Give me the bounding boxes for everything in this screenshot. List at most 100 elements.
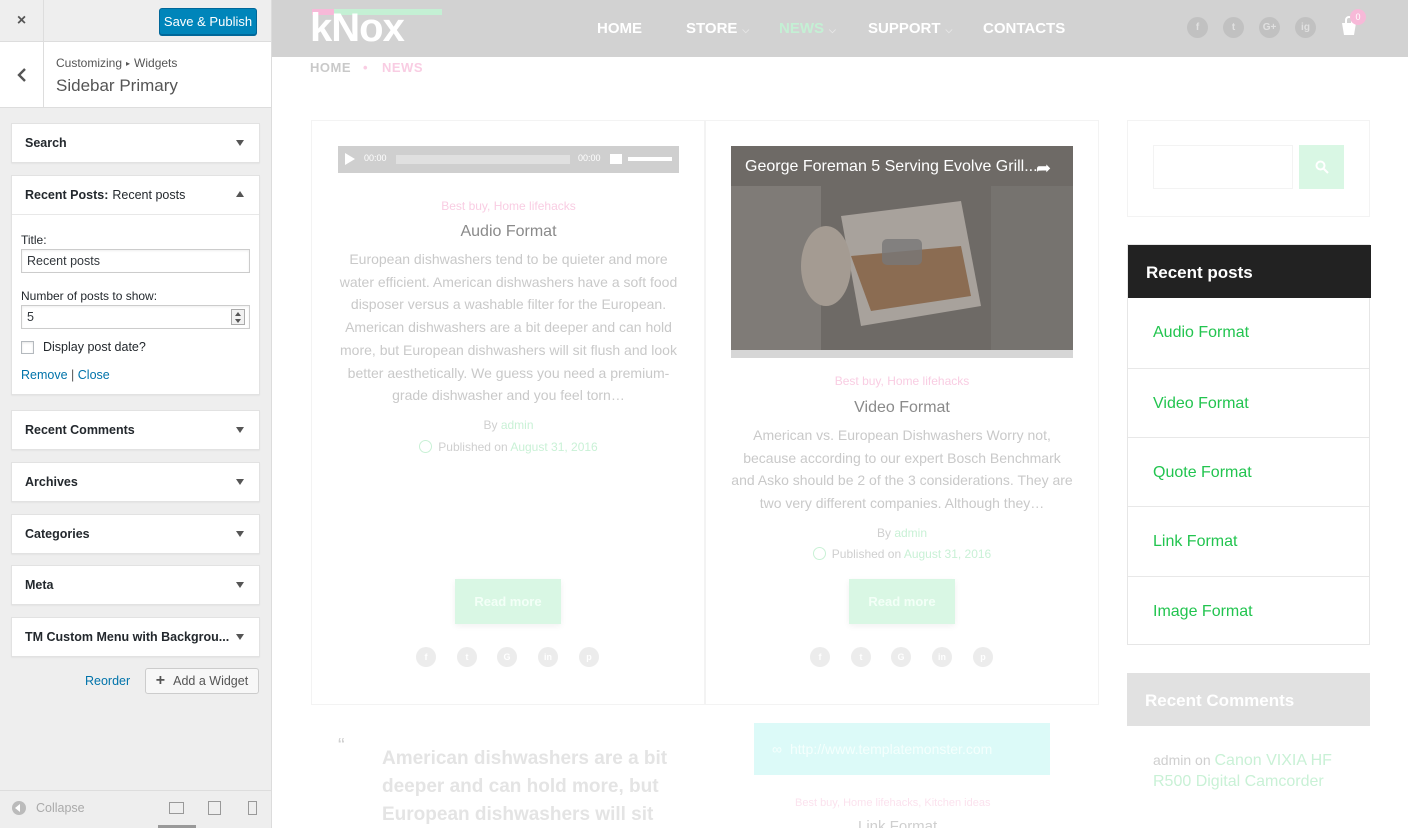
recent-posts-title: Recent posts [1128,245,1371,298]
chevron-down-icon[interactable] [236,140,244,146]
volume-icon[interactable] [610,154,622,164]
chevron-up-icon[interactable] [236,191,244,197]
back-icon[interactable] [0,42,44,108]
play-icon[interactable] [345,153,355,165]
post-categories[interactable]: Best buy, Home lifehacks, Kitchen ideas [795,797,990,809]
twitter-icon[interactable]: t [851,647,871,667]
linkedin-icon[interactable]: in [932,647,952,667]
widget-recent-comments[interactable]: Recent Comments [11,410,260,450]
comment-author[interactable]: admin [1153,752,1191,768]
add-widget-button[interactable]: + Add a Widget [145,668,259,694]
chevron-down-icon[interactable] [236,531,244,537]
reorder-link[interactable]: Reorder [85,674,130,688]
plus-icon: + [155,672,166,689]
widget-title: Recent Posts: [25,188,109,202]
pinterest-icon[interactable]: p [973,647,993,667]
video-title[interactable]: George Foreman 5 Serving Evolve Grill... [745,158,1038,176]
audio-time-start: 00:00 [364,153,387,163]
collapse-button[interactable]: Collapse [12,801,85,815]
widget-recent-posts-header[interactable]: Recent Posts: Recent posts [12,176,259,214]
section-header: Customizing ▸ Widgets Sidebar Primary [0,42,271,108]
widget-categories[interactable]: Categories [11,514,260,554]
recent-comment: admin on Canon VIXIA HF R500 Digital Cam… [1153,750,1343,792]
widget-meta[interactable]: Meta [11,565,260,605]
pinterest-icon[interactable]: p [579,647,599,667]
nav-support[interactable]: SUPPORT ⌵ [868,20,952,37]
chevron-down-icon[interactable] [236,427,244,433]
remove-link[interactable]: Remove [21,368,68,382]
display-date-checkbox[interactable] [21,340,34,354]
close-link[interactable]: Close [78,368,110,382]
read-more-button[interactable]: Read more [849,579,955,624]
title-input[interactable]: Recent posts [21,249,250,273]
recent-post-link[interactable]: Image Format [1128,576,1369,646]
author-link[interactable]: admin [894,526,927,540]
breadcrumb-separator-icon: ▸ [126,59,131,68]
nav-label: SUPPORT [868,20,941,37]
facebook-icon[interactable]: f [1187,17,1208,38]
site-logo[interactable]: kNox [310,8,405,48]
desktop-preview-icon[interactable] [169,802,184,814]
google-plus-icon[interactable]: G [891,647,911,667]
post-title[interactable]: Audio Format [338,223,679,241]
share-icon[interactable]: ➦ [1036,158,1051,179]
post-author: By admin [338,418,679,432]
mobile-preview-icon[interactable] [248,801,257,815]
number-posts-stepper[interactable]: 5 [21,305,250,329]
chevron-down-icon[interactable] [236,582,244,588]
close-icon[interactable]: × [0,0,44,41]
recent-post-link[interactable]: Video Format [1128,368,1369,438]
audio-player[interactable]: 00:00 00:00 [338,146,679,173]
volume-slider[interactable] [628,157,672,161]
read-more-button[interactable]: Read more [455,579,561,624]
post-categories[interactable]: Best buy, Home lifehacks [731,374,1073,388]
save-publish-button[interactable]: Save & Publish [159,8,257,35]
breadcrumb-root: Customizing [56,56,123,70]
search-button[interactable] [1299,145,1344,189]
author-link[interactable]: admin [501,418,534,432]
link-url-box[interactable]: ∞ http://www.templatemonster.com [754,723,1050,775]
facebook-icon[interactable]: f [416,647,436,667]
link-icon: ∞ [772,741,782,757]
tablet-preview-icon[interactable] [208,801,221,815]
video-progress-bar[interactable] [731,350,1073,358]
twitter-icon[interactable]: t [457,647,477,667]
display-date-checkbox-row[interactable]: Display post date? [21,340,250,354]
widget-title: Search [25,136,67,150]
search-input[interactable] [1153,145,1293,189]
post-title[interactable]: Video Format [731,399,1073,417]
instagram-icon[interactable]: ig [1295,17,1316,38]
audio-progress[interactable] [396,155,570,164]
widget-search[interactable]: Search [11,123,260,163]
clock-icon [812,547,826,560]
link-url[interactable]: http://www.templatemonster.com [790,741,992,757]
widget-actions: Remove | Close [21,368,250,394]
date-link[interactable]: August 31, 2016 [904,547,991,561]
post-title[interactable]: Link Format [858,818,937,828]
facebook-icon[interactable]: f [810,647,830,667]
widget-custom-menu[interactable]: TM Custom Menu with Backgrou... [11,617,260,657]
nav-contacts[interactable]: CONTACTS [983,20,1065,37]
chevron-down-icon[interactable] [236,479,244,485]
recent-post-link[interactable]: Link Format [1128,506,1369,576]
nav-store[interactable]: STORE ⌵ [686,20,749,37]
recent-post-link[interactable]: Quote Format [1128,437,1369,507]
spinner-icon[interactable] [231,309,245,325]
chevron-down-icon[interactable] [236,634,244,640]
google-plus-icon[interactable]: G+ [1259,17,1280,38]
twitter-icon[interactable]: t [1223,17,1244,38]
breadcrumb-home[interactable]: HOME [310,60,351,75]
linkedin-icon[interactable]: in [538,647,558,667]
nav-news[interactable]: NEWS ⌵ [779,20,836,37]
youtube-play-icon[interactable] [882,239,922,265]
date-link[interactable]: August 31, 2016 [510,440,597,454]
nav-label: STORE [686,20,738,37]
widget-archives[interactable]: Archives [11,462,260,502]
recent-posts-widget: Recent posts Audio Format Video Format Q… [1127,244,1371,646]
recent-post-link[interactable]: Audio Format [1128,298,1369,368]
nav-home[interactable]: HOME [597,20,642,37]
post-categories[interactable]: Best buy, Home lifehacks [338,199,679,213]
video-player[interactable]: George Foreman 5 Serving Evolve Grill...… [731,146,1073,358]
google-plus-icon[interactable]: G [497,647,517,667]
widget-title: Meta [25,578,54,592]
